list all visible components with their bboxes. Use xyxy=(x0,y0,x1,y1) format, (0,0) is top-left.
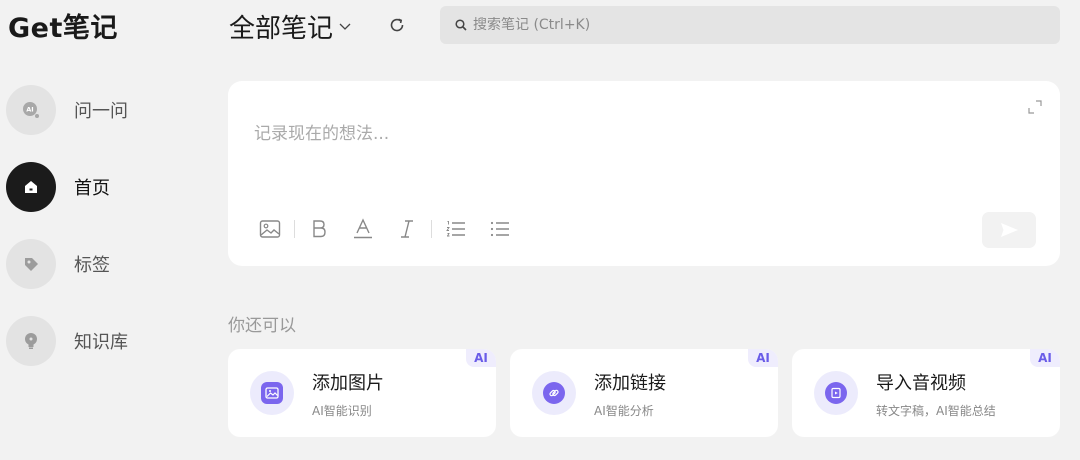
bullet-list-button[interactable] xyxy=(488,217,512,241)
link-icon xyxy=(543,382,565,404)
bold-button[interactable] xyxy=(307,217,331,241)
media-icon xyxy=(825,382,847,404)
sidebar-item-label: 标签 xyxy=(74,255,110,276)
card-title: 添加链接 xyxy=(594,373,666,394)
add-link-card[interactable]: AI 添加链接 AI智能分析 xyxy=(510,349,778,437)
send-icon xyxy=(1001,223,1018,237)
insert-image-button[interactable] xyxy=(258,217,282,241)
send-button[interactable] xyxy=(982,212,1036,248)
card-subtitle: AI智能识别 xyxy=(312,404,372,418)
sidebar-item-tags[interactable]: 标签 xyxy=(6,238,196,290)
card-subtitle: 转文字稿，AI智能总结 xyxy=(876,404,996,418)
bullet-list-icon xyxy=(490,221,509,237)
ai-badge: AI xyxy=(1030,349,1060,367)
card-title: 添加图片 xyxy=(312,373,384,394)
search-bar[interactable] xyxy=(440,6,1060,44)
card-title: 导入音视频 xyxy=(876,373,966,394)
suggestion-cards: AI 添加图片 AI智能识别 AI 添加链接 AI智能分析 AI 导入音视频 转… xyxy=(228,349,1060,437)
sidebar: AI 问一问 首页 标签 知识库 xyxy=(6,84,196,392)
text-color-button[interactable] xyxy=(351,217,375,241)
toolbar-divider xyxy=(294,220,295,238)
editor-placeholder[interactable]: 记录现在的想法... xyxy=(254,119,389,144)
refresh-button[interactable] xyxy=(385,13,409,37)
bold-icon xyxy=(313,220,326,238)
sidebar-item-home[interactable]: 首页 xyxy=(6,161,196,213)
home-icon xyxy=(6,162,56,212)
chevron-down-icon xyxy=(339,23,351,31)
search-icon xyxy=(455,19,467,31)
note-editor[interactable]: 记录现在的想法... xyxy=(228,81,1060,266)
image-icon xyxy=(259,220,281,238)
page-title: 全部笔记 xyxy=(229,14,334,44)
italic-button[interactable] xyxy=(395,217,419,241)
app-logo[interactable]: Get笔记 xyxy=(8,6,118,45)
ai-badge: AI xyxy=(466,349,496,367)
text-color-icon xyxy=(354,218,372,239)
editor-toolbar xyxy=(258,217,512,241)
sidebar-item-label: 问一问 xyxy=(74,101,128,122)
tag-icon xyxy=(6,239,56,289)
svg-text:AI: AI xyxy=(26,106,33,114)
ai-chat-icon: AI xyxy=(6,85,56,135)
add-image-card[interactable]: AI 添加图片 AI智能识别 xyxy=(228,349,496,437)
picture-icon xyxy=(261,382,283,404)
sidebar-item-label: 首页 xyxy=(74,178,110,199)
lightbulb-icon xyxy=(6,316,56,366)
ordered-list-icon xyxy=(446,221,465,237)
italic-icon xyxy=(401,220,413,238)
search-input[interactable] xyxy=(473,17,1033,33)
expand-icon xyxy=(1028,100,1042,114)
ordered-list-button[interactable] xyxy=(444,217,468,241)
card-subtitle: AI智能分析 xyxy=(594,404,654,418)
toolbar-divider xyxy=(431,220,432,238)
page-title-dropdown[interactable]: 全部笔记 xyxy=(229,8,351,45)
ai-badge: AI xyxy=(748,349,778,367)
section-title: 你还可以 xyxy=(228,316,296,336)
sidebar-item-ask[interactable]: AI 问一问 xyxy=(6,84,196,136)
import-media-card[interactable]: AI 导入音视频 转文字稿，AI智能总结 xyxy=(792,349,1060,437)
sidebar-item-knowledge-base[interactable]: 知识库 xyxy=(6,315,196,367)
expand-button[interactable] xyxy=(1028,99,1042,114)
sidebar-item-label: 知识库 xyxy=(74,332,128,353)
refresh-icon xyxy=(390,18,404,32)
